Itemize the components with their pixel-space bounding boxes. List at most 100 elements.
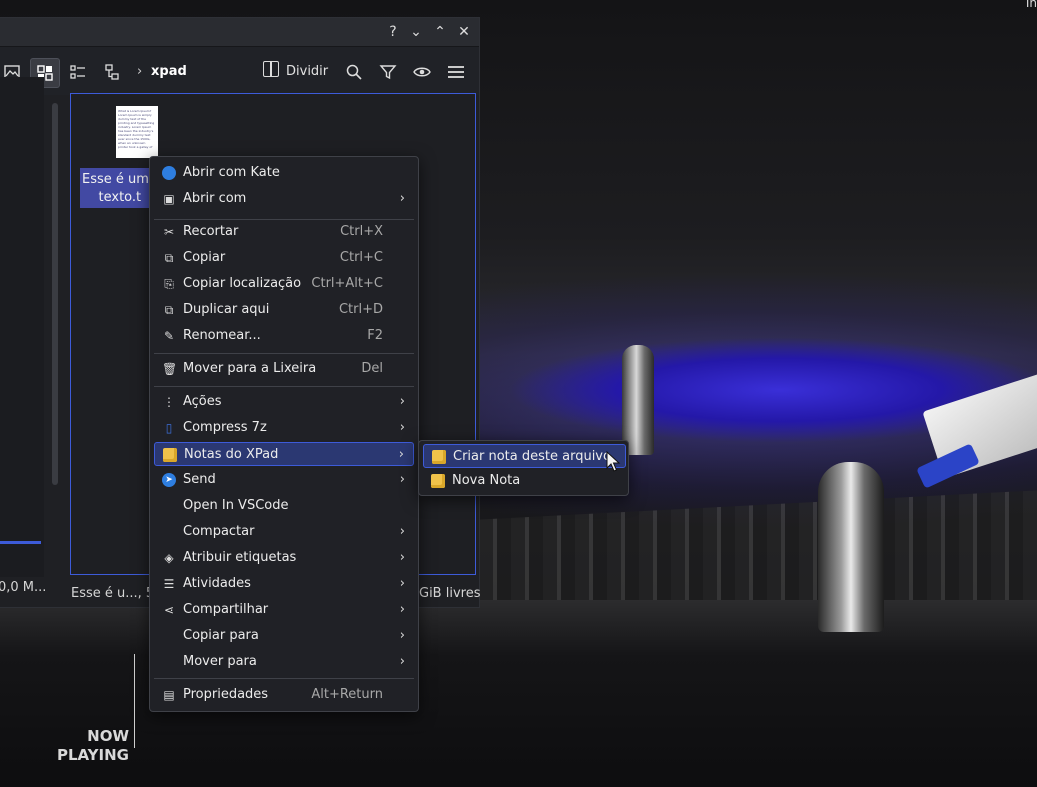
menu-item-rename[interactable]: ✎ Renomear... F2 [154, 324, 414, 348]
menu-item-label: Mover para [183, 654, 257, 669]
turntable-spindle [622, 345, 654, 455]
menu-item-shortcut: Ctrl+D [338, 302, 383, 317]
menu-item-shortcut: F2 [367, 328, 383, 343]
filter-button[interactable] [377, 58, 399, 86]
menu-item-label: Compress 7z [183, 420, 267, 435]
xpad-note-icon [163, 448, 177, 462]
menu-item-label: Renomear... [183, 328, 261, 343]
chevron-right-icon: › [399, 524, 405, 539]
menu-item-label: Abrir com [183, 191, 247, 206]
menu-item-copy[interactable]: ⧉ Copiar Ctrl+C [154, 246, 414, 270]
menu-item-move-to-trash[interactable]: 🗑 Mover para a Lixeira Del [154, 357, 414, 381]
breadcrumb-current-folder[interactable]: xpad [151, 58, 187, 86]
duplicate-icon: ⧉ [164, 303, 174, 317]
menu-item-compress-7z[interactable]: ▯ Compress 7z › [154, 416, 414, 440]
menu-item-label: Ações [183, 394, 222, 409]
panel-scrollbar[interactable] [52, 103, 58, 485]
activities-icon: ☰ [163, 577, 175, 591]
compact-view-icon [70, 64, 85, 79]
menu-item-label: Copiar localização [183, 276, 302, 291]
split-icon [263, 61, 279, 77]
filter-icon [379, 64, 397, 79]
chevron-right-icon: › [399, 550, 405, 565]
menu-item-label: Copiar [183, 250, 226, 265]
menu-item-label: Copiar para [183, 628, 259, 643]
hamburger-icon [448, 65, 464, 78]
search-button[interactable] [343, 58, 365, 86]
free-space-text: GiB livres [419, 586, 481, 601]
split-label: Dividir [286, 64, 329, 79]
menu-separator [154, 353, 414, 354]
preview-button[interactable] [411, 58, 433, 86]
eye-icon [413, 67, 431, 76]
xpad-submenu: Criar nota deste arquivo Nova Nota [418, 440, 629, 496]
menu-item-label: Recortar [183, 224, 239, 239]
menu-item-label: Notas do XPad [184, 447, 279, 462]
menu-item-actions[interactable]: ⋮ Ações › [154, 390, 414, 414]
menu-item-create-note-from-file[interactable]: Criar nota deste arquivo [423, 444, 626, 468]
compress-7z-icon: ▯ [165, 421, 173, 435]
xpad-note-icon [431, 474, 445, 488]
maximize-button[interactable]: ⌃ [430, 22, 450, 42]
hamburger-menu-button[interactable] [445, 58, 467, 86]
menu-item-new-note[interactable]: Nova Nota [423, 469, 626, 493]
menu-item-label: Compartilhar [183, 602, 269, 617]
close-button[interactable]: ✕ [454, 22, 474, 42]
menu-item-activities[interactable]: ☰ Atividades › [154, 572, 414, 596]
menu-item-label: Send [183, 472, 216, 487]
places-panel [0, 77, 44, 577]
compact-view-button[interactable] [66, 58, 90, 86]
help-button[interactable]: ? [383, 22, 403, 42]
split-view-button[interactable]: Dividir [263, 58, 328, 86]
menu-item-label: Abrir com Kate [183, 165, 280, 180]
turntable-pin [818, 462, 884, 632]
menu-item-share[interactable]: ⋖ Compartilhar › [154, 598, 414, 622]
details-view-icon [105, 63, 119, 80]
desktop-corner-text: In [1025, 0, 1037, 10]
window-titlebar[interactable]: ? ⌄ ⌃ ✕ [0, 18, 479, 47]
chevron-right-icon: › [399, 472, 405, 487]
cut-icon: ✂ [163, 225, 175, 239]
rename-icon: ✎ [163, 329, 175, 343]
menu-item-duplicate[interactable]: ⧉ Duplicar aqui Ctrl+D [154, 298, 414, 322]
now-playing-label: NOW PLAYING [56, 727, 129, 764]
menu-item-open-in-vscode[interactable]: Open In VSCode [154, 494, 414, 518]
menu-item-shortcut: Alt+Return [311, 687, 383, 702]
menu-item-shortcut: Ctrl+C [339, 250, 383, 265]
breadcrumb-separator: › [137, 64, 143, 79]
menu-item-copy-location[interactable]: ⎘ Copiar localização Ctrl+Alt+C [154, 272, 414, 296]
menu-separator [154, 678, 414, 679]
chevron-right-icon: › [399, 191, 405, 206]
menu-item-open-with-kate[interactable]: Abrir com Kate [154, 161, 414, 185]
menu-item-shortcut: Del [361, 361, 383, 376]
menu-item-compactar[interactable]: Compactar › [154, 520, 414, 544]
disk-usage-text: 0,0 M... [0, 580, 47, 595]
xpad-note-icon [432, 450, 446, 464]
menu-item-label: Mover para a Lixeira [183, 361, 317, 376]
menu-item-copy-to[interactable]: Copiar para › [154, 624, 414, 648]
tag-icon: ◈ [164, 551, 174, 565]
disk-usage-bar [0, 541, 41, 544]
file-name-label[interactable]: Esse é um a texto.t [80, 168, 161, 208]
details-view-button[interactable] [101, 58, 125, 86]
file-thumbnail[interactable]: What is Lorem Ipsum? Lorem Ipsum is simp… [116, 106, 158, 158]
telegram-icon: ➤ [162, 473, 176, 487]
menu-item-assign-tags[interactable]: ◈ Atribuir etiquetas › [154, 546, 414, 570]
context-menu: Abrir com Kate ▣ Abrir com › ✂ Recortar … [149, 156, 419, 712]
mouse-cursor-icon [606, 451, 621, 472]
menu-item-label: Criar nota deste arquivo [453, 449, 611, 464]
menu-item-send[interactable]: ➤ Send › [154, 468, 414, 492]
toolbar: › xpad Dividir [0, 47, 479, 95]
chevron-right-icon: › [399, 602, 405, 617]
menu-item-label: Atribuir etiquetas [183, 550, 297, 565]
menu-item-shortcut: Ctrl+X [340, 224, 383, 239]
chevron-right-icon: › [399, 394, 405, 409]
menu-item-xpad-notes[interactable]: Notas do XPad › [154, 442, 414, 466]
menu-item-move-to[interactable]: Mover para › [154, 650, 414, 674]
menu-item-properties[interactable]: ▤ Propriedades Alt+Return [154, 683, 414, 707]
menu-item-open-with[interactable]: ▣ Abrir com › [154, 187, 414, 211]
minimize-button[interactable]: ⌄ [406, 22, 426, 42]
menu-separator [154, 386, 414, 387]
open-with-icon: ▣ [163, 192, 175, 206]
menu-item-cut[interactable]: ✂ Recortar Ctrl+X [154, 220, 414, 244]
